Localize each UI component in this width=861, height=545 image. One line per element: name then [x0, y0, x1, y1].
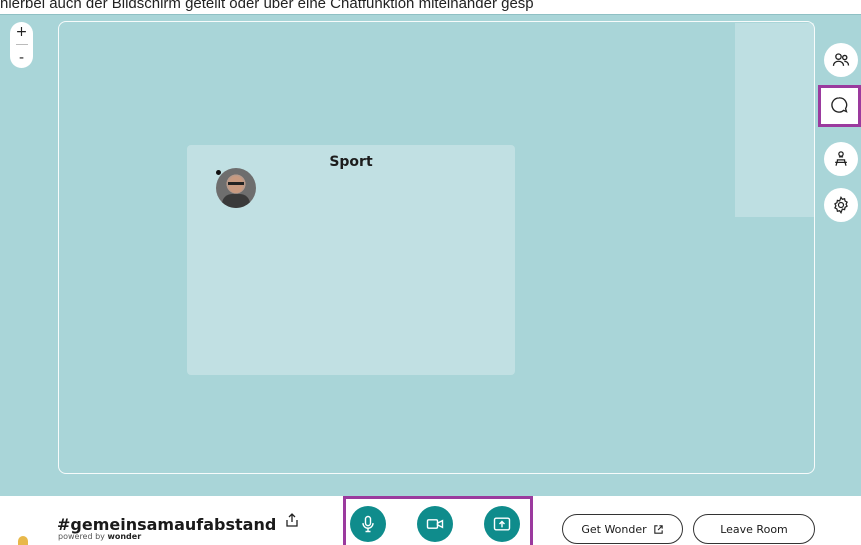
people-button[interactable] — [824, 43, 858, 77]
gear-icon — [834, 195, 848, 215]
camera-button[interactable] — [417, 506, 453, 542]
video-camera-icon — [426, 519, 444, 529]
stage-side-panel — [735, 23, 814, 217]
zoom-control: + - — [10, 22, 33, 68]
broadcast-button[interactable] — [824, 142, 858, 176]
microphone-button[interactable] — [350, 506, 386, 542]
powered-by-text: powered by wonder — [58, 532, 141, 541]
powered-prefix: powered by — [58, 532, 108, 541]
share-icon[interactable] — [285, 512, 299, 528]
get-wonder-label: Get Wonder — [581, 522, 647, 536]
wonder-logo-icon — [18, 536, 28, 545]
zoom-divider — [15, 44, 28, 46]
user-avatar[interactable] — [216, 168, 256, 208]
screen-share-button[interactable] — [484, 506, 520, 542]
zoom-out-button[interactable]: - — [19, 51, 24, 65]
chat-button[interactable] — [822, 88, 856, 122]
leave-room-label: Leave Room — [720, 522, 788, 536]
screen-share-icon — [493, 517, 511, 531]
external-link-icon — [653, 524, 663, 534]
people-icon — [832, 53, 850, 66]
avatar-status-dot — [216, 170, 221, 175]
leave-room-button[interactable]: Leave Room — [693, 514, 815, 544]
broadcast-icon — [835, 151, 847, 166]
get-wonder-button[interactable]: Get Wonder — [562, 514, 683, 544]
zoom-in-button[interactable]: + — [16, 25, 28, 39]
microphone-icon — [362, 515, 374, 533]
powered-brand: wonder — [107, 532, 142, 541]
chat-icon — [831, 97, 848, 113]
settings-button[interactable] — [824, 188, 858, 222]
